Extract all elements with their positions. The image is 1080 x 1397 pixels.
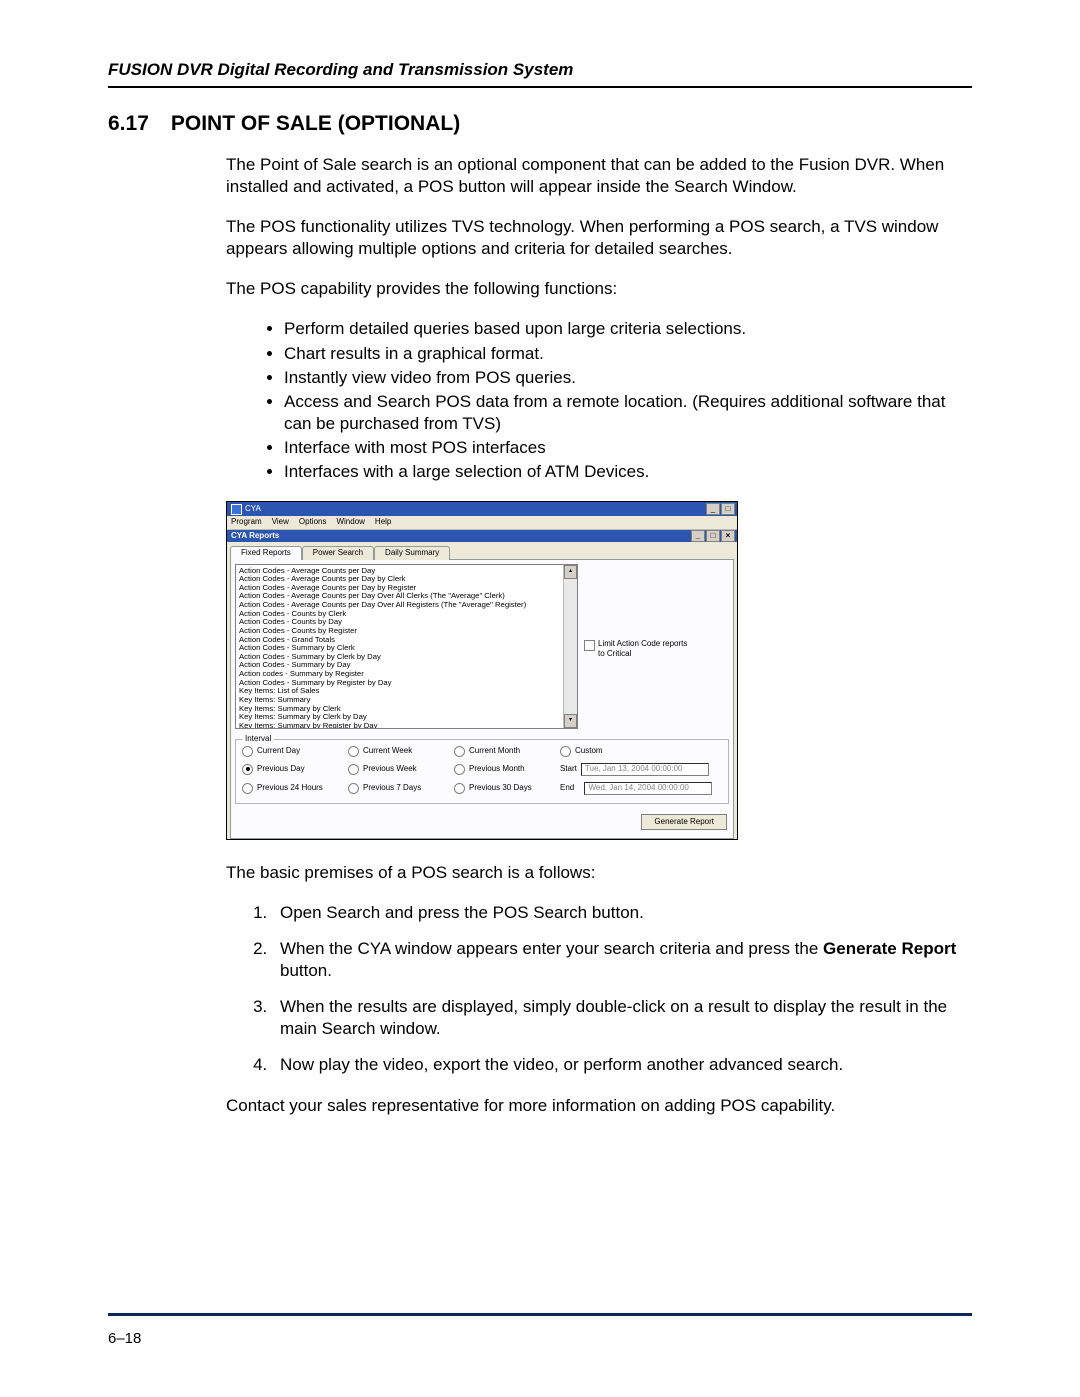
radio-current-day[interactable]: Current Day: [242, 746, 342, 757]
radio-label: Previous 24 Hours: [257, 783, 323, 793]
menu-bar: Program View Options Window Help: [227, 516, 737, 530]
limit-checkbox[interactable]: [584, 640, 595, 651]
tab-strip: Fixed Reports Power Search Daily Summary: [227, 542, 737, 558]
app-icon: [231, 504, 242, 515]
child-window-titlebar: CYA Reports _ □ ×: [227, 530, 737, 542]
paragraph: The Point of Sale search is an optional …: [226, 154, 972, 198]
radio-label: Custom: [575, 746, 603, 756]
generate-report-button[interactable]: Generate Report: [641, 814, 727, 830]
paragraph: The POS functionality utilizes TVS techn…: [226, 216, 972, 260]
start-date-input[interactable]: Tue, Jan 13, 2004 00:00:00: [581, 763, 709, 776]
radio-previous-7d[interactable]: Previous 7 Days: [348, 782, 448, 795]
embedded-screenshot: CYA _ □ Program View Options Window Help…: [226, 501, 738, 840]
section-title-text: POINT OF SALE (OPTIONAL): [171, 112, 460, 136]
bullet-list: Perform detailed queries based upon larg…: [226, 318, 972, 483]
radio-label: Previous 30 Days: [469, 783, 532, 793]
header-rule: [108, 86, 972, 88]
radio-previous-30d[interactable]: Previous 30 Days: [454, 782, 554, 795]
tab-daily-summary[interactable]: Daily Summary: [374, 546, 450, 559]
end-date-row: End Wed, Jan 14, 2004 00:00:00: [560, 782, 722, 795]
child-window-title: CYA Reports: [231, 531, 279, 540]
radio-label: Previous Week: [363, 764, 417, 774]
numbered-list: Open Search and press the POS Search but…: [226, 902, 972, 1077]
radio-label: Previous Day: [257, 764, 305, 774]
bullet-item: Instantly view video from POS queries.: [284, 367, 972, 389]
step-text: button.: [280, 961, 332, 980]
close-button[interactable]: ×: [721, 530, 735, 542]
tab-panel: Action Codes - Average Counts per Day Ac…: [230, 559, 734, 839]
radio-current-month[interactable]: Current Month: [454, 746, 554, 757]
radio-previous-week[interactable]: Previous Week: [348, 763, 448, 776]
scroll-up-icon[interactable]: ▴: [564, 565, 577, 579]
interval-legend: Interval: [242, 734, 274, 744]
tab-power-search[interactable]: Power Search: [302, 546, 374, 559]
radio-label: Current Day: [257, 746, 300, 756]
minimize-button[interactable]: _: [691, 530, 705, 542]
end-date-input[interactable]: Wed, Jan 14, 2004 00:00:00: [584, 782, 712, 795]
list-item[interactable]: Key Items: Summary by Register by Day: [239, 722, 560, 728]
menu-item[interactable]: Options: [299, 517, 327, 527]
numbered-item: When the CYA window appears enter your s…: [272, 938, 972, 982]
numbered-item: When the results are displayed, simply d…: [272, 996, 972, 1040]
end-date-label: End: [560, 783, 574, 793]
radio-label: Current Week: [363, 746, 412, 756]
bullet-item: Access and Search POS data from a remote…: [284, 391, 972, 435]
menu-item[interactable]: Help: [375, 517, 391, 527]
minimize-button[interactable]: _: [706, 503, 720, 515]
bullet-item: Chart results in a graphical format.: [284, 343, 972, 365]
start-date-row: Start Tue, Jan 13, 2004 00:00:00: [560, 763, 722, 776]
window-titlebar: CYA _ □: [227, 502, 737, 516]
numbered-item: Now play the video, export the video, or…: [272, 1054, 972, 1076]
radio-previous-month[interactable]: Previous Month: [454, 763, 554, 776]
bullet-item: Perform detailed queries based upon larg…: [284, 318, 972, 340]
radio-label: Previous Month: [469, 764, 525, 774]
section-number: 6.17: [108, 112, 171, 136]
listbox-items: Action Codes - Average Counts per Day Ac…: [236, 565, 563, 728]
limit-checkbox-row: Limit Action Code reports to Critical: [584, 639, 688, 660]
radio-previous-day[interactable]: Previous Day: [242, 763, 342, 776]
step-text-bold: Generate Report: [823, 939, 956, 958]
step-text: When the CYA window appears enter your s…: [280, 939, 823, 958]
radio-previous-24h[interactable]: Previous 24 Hours: [242, 782, 342, 795]
radio-current-week[interactable]: Current Week: [348, 746, 448, 757]
footer-rule: [108, 1313, 972, 1316]
radio-custom[interactable]: Custom: [560, 746, 722, 757]
menu-item[interactable]: Window: [336, 517, 364, 527]
start-date-label: Start: [560, 764, 577, 774]
section-heading: 6.17 POINT OF SALE (OPTIONAL): [108, 112, 972, 136]
paragraph: The basic premises of a POS search is a …: [226, 862, 972, 884]
bullet-item: Interface with most POS interfaces: [284, 437, 972, 459]
scrollbar[interactable]: ▴ ▾: [563, 565, 577, 728]
bullet-item: Interfaces with a large selection of ATM…: [284, 461, 972, 483]
paragraph: The POS capability provides the followin…: [226, 278, 972, 300]
scroll-down-icon[interactable]: ▾: [564, 714, 577, 728]
numbered-item: Open Search and press the POS Search but…: [272, 902, 972, 924]
radio-label: Previous 7 Days: [363, 783, 421, 793]
reports-listbox[interactable]: Action Codes - Average Counts per Day Ac…: [235, 564, 578, 729]
limit-checkbox-label: Limit Action Code reports to Critical: [598, 639, 688, 660]
running-header: FUSION DVR Digital Recording and Transmi…: [108, 60, 972, 80]
paragraph: Contact your sales representative for mo…: [226, 1095, 972, 1117]
window-title: CYA: [245, 504, 261, 514]
tab-fixed-reports[interactable]: Fixed Reports: [230, 546, 302, 559]
radio-label: Current Month: [469, 746, 520, 756]
menu-item[interactable]: View: [272, 517, 289, 527]
maximize-button[interactable]: □: [721, 503, 735, 515]
maximize-button[interactable]: □: [706, 530, 720, 542]
interval-fieldset: Interval Current Day Current Week Curren…: [235, 739, 729, 804]
menu-item[interactable]: Program: [231, 517, 262, 527]
page-number: 6–18: [108, 1330, 972, 1347]
